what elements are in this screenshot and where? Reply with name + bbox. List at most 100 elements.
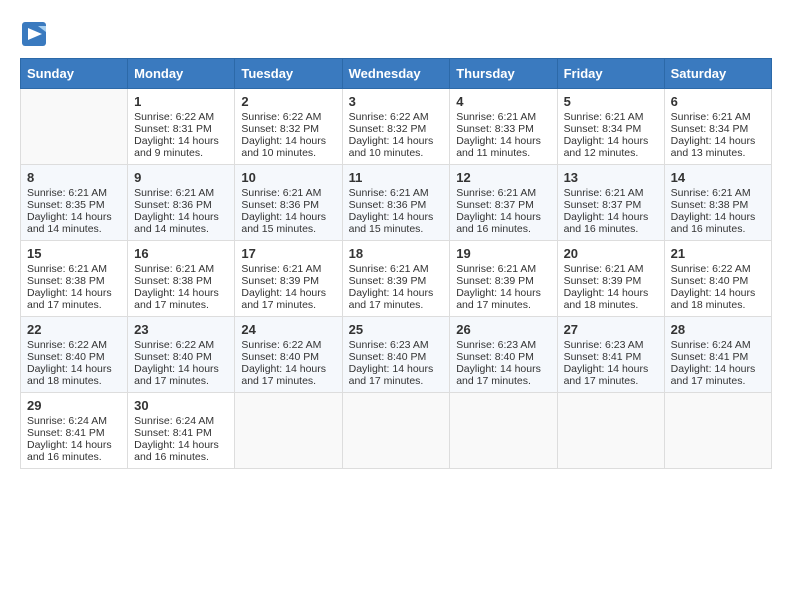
calendar-cell: 19 Sunrise: 6:21 AM Sunset: 8:39 PM Dayl… xyxy=(450,241,557,317)
daylight-label: Daylight: 14 hours and 16 minutes. xyxy=(456,211,541,235)
calendar-cell: 21 Sunrise: 6:22 AM Sunset: 8:40 PM Dayl… xyxy=(664,241,771,317)
day-number: 22 xyxy=(27,322,121,337)
daylight-label: Daylight: 14 hours and 17 minutes. xyxy=(671,363,756,387)
sunrise-label: Sunrise: 6:23 AM xyxy=(456,339,536,351)
weekday-monday: Monday xyxy=(128,59,235,89)
day-number: 19 xyxy=(456,246,550,261)
sunrise-label: Sunrise: 6:21 AM xyxy=(349,263,429,275)
sunrise-label: Sunrise: 6:21 AM xyxy=(564,187,644,199)
page-header xyxy=(20,20,772,48)
sunrise-label: Sunrise: 6:21 AM xyxy=(27,187,107,199)
daylight-label: Daylight: 14 hours and 17 minutes. xyxy=(456,363,541,387)
daylight-label: Daylight: 14 hours and 17 minutes. xyxy=(241,363,326,387)
daylight-label: Daylight: 14 hours and 14 minutes. xyxy=(27,211,112,235)
daylight-label: Daylight: 14 hours and 16 minutes. xyxy=(564,211,649,235)
sunrise-label: Sunrise: 6:24 AM xyxy=(27,415,107,427)
day-number: 12 xyxy=(456,170,550,185)
day-number: 18 xyxy=(349,246,444,261)
day-number: 17 xyxy=(241,246,335,261)
daylight-label: Daylight: 14 hours and 18 minutes. xyxy=(564,287,649,311)
daylight-label: Daylight: 14 hours and 17 minutes. xyxy=(134,363,219,387)
calendar-cell: 13 Sunrise: 6:21 AM Sunset: 8:37 PM Dayl… xyxy=(557,165,664,241)
calendar-cell: 4 Sunrise: 6:21 AM Sunset: 8:33 PM Dayli… xyxy=(450,89,557,165)
calendar-week-5: 29 Sunrise: 6:24 AM Sunset: 8:41 PM Dayl… xyxy=(21,393,772,469)
calendar-cell: 5 Sunrise: 6:21 AM Sunset: 8:34 PM Dayli… xyxy=(557,89,664,165)
calendar-body: 1 Sunrise: 6:22 AM Sunset: 8:31 PM Dayli… xyxy=(21,89,772,469)
calendar-cell: 8 Sunrise: 6:21 AM Sunset: 8:35 PM Dayli… xyxy=(21,165,128,241)
sunset-label: Sunset: 8:39 PM xyxy=(349,275,427,287)
sunrise-label: Sunrise: 6:24 AM xyxy=(134,415,214,427)
weekday-saturday: Saturday xyxy=(664,59,771,89)
sunset-label: Sunset: 8:40 PM xyxy=(27,351,105,363)
calendar-cell: 17 Sunrise: 6:21 AM Sunset: 8:39 PM Dayl… xyxy=(235,241,342,317)
day-number: 11 xyxy=(349,170,444,185)
calendar-cell: 12 Sunrise: 6:21 AM Sunset: 8:37 PM Dayl… xyxy=(450,165,557,241)
day-number: 25 xyxy=(349,322,444,337)
calendar-week-4: 22 Sunrise: 6:22 AM Sunset: 8:40 PM Dayl… xyxy=(21,317,772,393)
daylight-label: Daylight: 14 hours and 18 minutes. xyxy=(671,287,756,311)
day-number: 4 xyxy=(456,94,550,109)
day-number: 24 xyxy=(241,322,335,337)
sunset-label: Sunset: 8:38 PM xyxy=(671,199,749,211)
weekday-tuesday: Tuesday xyxy=(235,59,342,89)
sunrise-label: Sunrise: 6:24 AM xyxy=(671,339,751,351)
sunrise-label: Sunrise: 6:21 AM xyxy=(671,111,751,123)
calendar-cell: 2 Sunrise: 6:22 AM Sunset: 8:32 PM Dayli… xyxy=(235,89,342,165)
sunset-label: Sunset: 8:40 PM xyxy=(671,275,749,287)
sunrise-label: Sunrise: 6:21 AM xyxy=(241,187,321,199)
sunset-label: Sunset: 8:39 PM xyxy=(456,275,534,287)
day-number: 6 xyxy=(671,94,765,109)
sunrise-label: Sunrise: 6:23 AM xyxy=(349,339,429,351)
day-number: 23 xyxy=(134,322,228,337)
daylight-label: Daylight: 14 hours and 16 minutes. xyxy=(671,211,756,235)
sunset-label: Sunset: 8:40 PM xyxy=(134,351,212,363)
calendar-cell xyxy=(450,393,557,469)
sunset-label: Sunset: 8:37 PM xyxy=(564,199,642,211)
calendar-week-2: 8 Sunrise: 6:21 AM Sunset: 8:35 PM Dayli… xyxy=(21,165,772,241)
calendar-cell: 14 Sunrise: 6:21 AM Sunset: 8:38 PM Dayl… xyxy=(664,165,771,241)
calendar-cell: 6 Sunrise: 6:21 AM Sunset: 8:34 PM Dayli… xyxy=(664,89,771,165)
sunrise-label: Sunrise: 6:22 AM xyxy=(241,111,321,123)
calendar-cell: 18 Sunrise: 6:21 AM Sunset: 8:39 PM Dayl… xyxy=(342,241,450,317)
daylight-label: Daylight: 14 hours and 17 minutes. xyxy=(349,363,434,387)
calendar-cell: 23 Sunrise: 6:22 AM Sunset: 8:40 PM Dayl… xyxy=(128,317,235,393)
day-number: 14 xyxy=(671,170,765,185)
sunrise-label: Sunrise: 6:22 AM xyxy=(671,263,751,275)
sunrise-label: Sunrise: 6:21 AM xyxy=(27,263,107,275)
sunrise-label: Sunrise: 6:21 AM xyxy=(456,187,536,199)
day-number: 29 xyxy=(27,398,121,413)
daylight-label: Daylight: 14 hours and 17 minutes. xyxy=(456,287,541,311)
calendar-week-1: 1 Sunrise: 6:22 AM Sunset: 8:31 PM Dayli… xyxy=(21,89,772,165)
logo-icon xyxy=(20,20,48,48)
sunrise-label: Sunrise: 6:22 AM xyxy=(134,339,214,351)
sunrise-label: Sunrise: 6:21 AM xyxy=(671,187,751,199)
calendar-cell: 10 Sunrise: 6:21 AM Sunset: 8:36 PM Dayl… xyxy=(235,165,342,241)
daylight-label: Daylight: 14 hours and 12 minutes. xyxy=(564,135,649,159)
calendar-cell: 24 Sunrise: 6:22 AM Sunset: 8:40 PM Dayl… xyxy=(235,317,342,393)
calendar-week-3: 15 Sunrise: 6:21 AM Sunset: 8:38 PM Dayl… xyxy=(21,241,772,317)
daylight-label: Daylight: 14 hours and 17 minutes. xyxy=(27,287,112,311)
day-number: 5 xyxy=(564,94,658,109)
sunrise-label: Sunrise: 6:21 AM xyxy=(241,263,321,275)
day-number: 13 xyxy=(564,170,658,185)
sunset-label: Sunset: 8:38 PM xyxy=(134,275,212,287)
calendar-cell: 11 Sunrise: 6:21 AM Sunset: 8:36 PM Dayl… xyxy=(342,165,450,241)
sunset-label: Sunset: 8:35 PM xyxy=(27,199,105,211)
sunset-label: Sunset: 8:41 PM xyxy=(27,427,105,439)
day-number: 1 xyxy=(134,94,228,109)
calendar-cell: 29 Sunrise: 6:24 AM Sunset: 8:41 PM Dayl… xyxy=(21,393,128,469)
calendar-cell: 22 Sunrise: 6:22 AM Sunset: 8:40 PM Dayl… xyxy=(21,317,128,393)
sunset-label: Sunset: 8:40 PM xyxy=(349,351,427,363)
sunset-label: Sunset: 8:32 PM xyxy=(241,123,319,135)
sunrise-label: Sunrise: 6:23 AM xyxy=(564,339,644,351)
calendar-cell xyxy=(235,393,342,469)
weekday-header-row: SundayMondayTuesdayWednesdayThursdayFrid… xyxy=(21,59,772,89)
sunset-label: Sunset: 8:40 PM xyxy=(241,351,319,363)
day-number: 10 xyxy=(241,170,335,185)
sunrise-label: Sunrise: 6:21 AM xyxy=(456,263,536,275)
day-number: 21 xyxy=(671,246,765,261)
daylight-label: Daylight: 14 hours and 17 minutes. xyxy=(241,287,326,311)
daylight-label: Daylight: 14 hours and 14 minutes. xyxy=(134,211,219,235)
calendar-cell xyxy=(664,393,771,469)
day-number: 2 xyxy=(241,94,335,109)
